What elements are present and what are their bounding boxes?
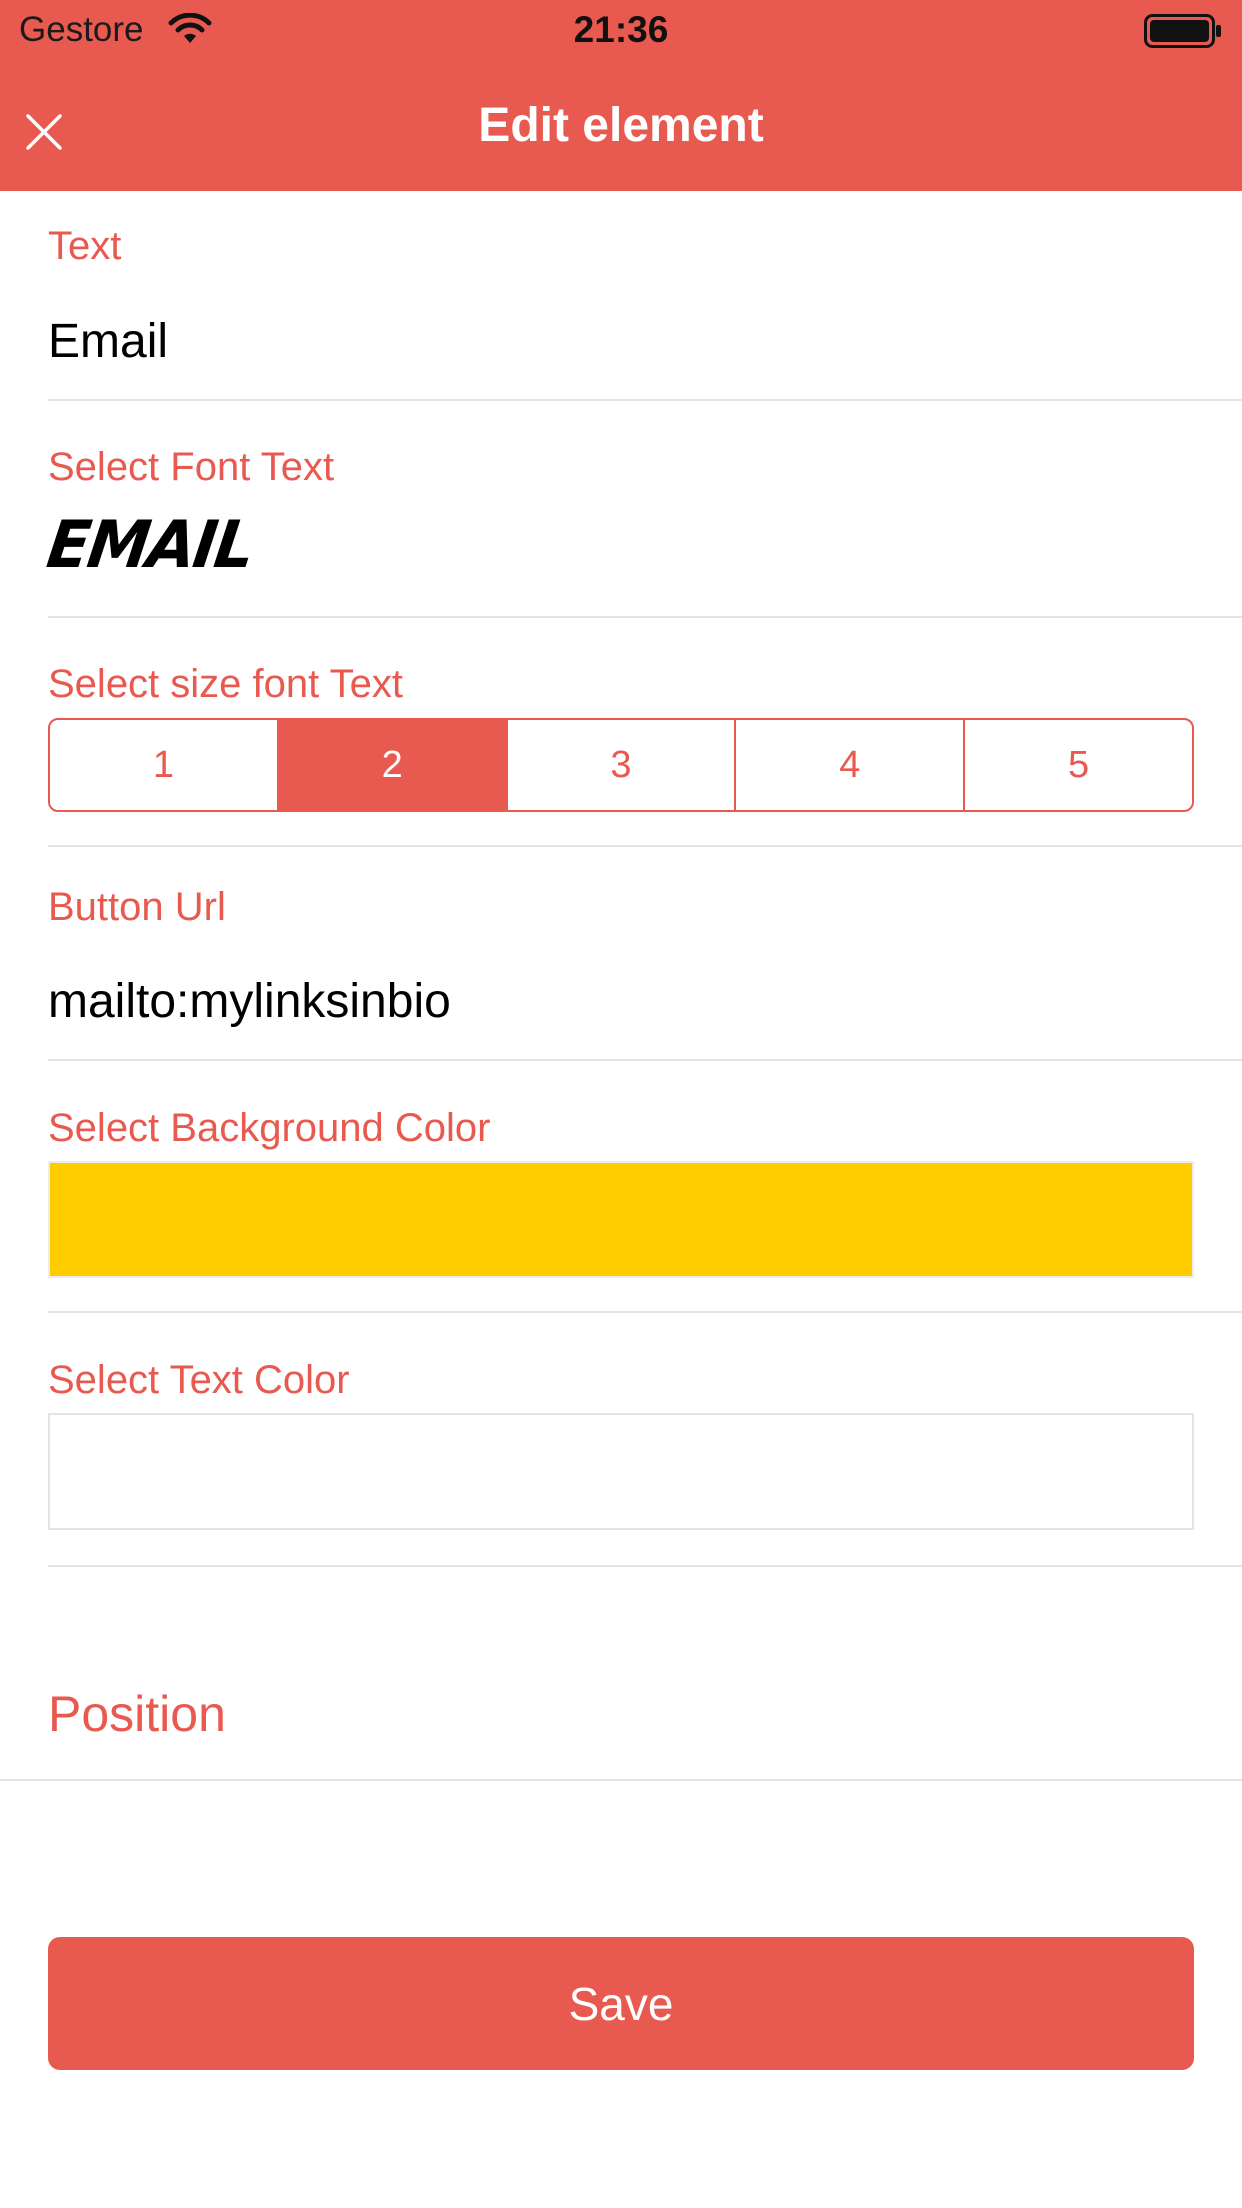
text-field-input[interactable]: Email: [48, 314, 168, 370]
font-size-label: Select size font Text: [48, 662, 403, 706]
size-option-1[interactable]: 1: [50, 720, 279, 810]
divider: [48, 1059, 1242, 1061]
divider: [48, 1565, 1242, 1567]
button-url-label: Button Url: [48, 885, 226, 929]
size-option-5[interactable]: 5: [965, 720, 1192, 810]
nav-bar: Edit element: [0, 60, 1242, 191]
text-field-label: Text: [48, 224, 122, 268]
edit-element-screen: Gestore 21:36 Edit element Text Email Se…: [0, 0, 1242, 2208]
battery-full-icon: [1144, 14, 1221, 48]
text-color-swatch[interactable]: [48, 1413, 1194, 1530]
divider: [48, 399, 1242, 401]
divider: [48, 1311, 1242, 1313]
size-option-3[interactable]: 3: [508, 720, 737, 810]
divider: [0, 1779, 1242, 1781]
font-select-label: Select Font Text: [48, 445, 335, 489]
save-button[interactable]: Save: [48, 1937, 1194, 2070]
font-size-segmented-control: 1 2 3 4 5: [48, 718, 1194, 812]
status-time: 21:36: [573, 9, 669, 50]
background-color-label: Select Background Color: [48, 1106, 491, 1150]
button-url-input[interactable]: mailto:mylinksinbio: [48, 974, 451, 1030]
header: Gestore 21:36 Edit element: [0, 0, 1242, 191]
position-row[interactable]: Position: [48, 1685, 226, 1743]
size-option-4[interactable]: 4: [736, 720, 966, 810]
divider: [48, 845, 1242, 847]
text-color-label: Select Text Color: [48, 1358, 350, 1402]
status-bar: Gestore 21:36: [0, 0, 1242, 60]
size-option-2[interactable]: 2: [278, 720, 508, 810]
divider: [48, 616, 1242, 618]
font-preview-selector[interactable]: EMAIL: [43, 506, 258, 583]
background-color-swatch[interactable]: [48, 1161, 1194, 1278]
page-title: Edit element: [478, 99, 764, 152]
